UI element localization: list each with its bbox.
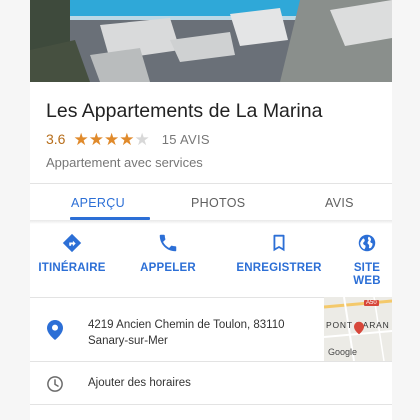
star-icon: ★ <box>88 129 104 149</box>
address-line-2: Sanary-sur-Mer <box>88 335 168 347</box>
call-label: APPELER <box>140 262 196 274</box>
location-pin-icon <box>47 320 63 340</box>
phone-icon <box>159 234 177 252</box>
website-label: SITE WEB <box>353 262 381 287</box>
star-rating: ★ ★ ★ ★ ★ <box>73 131 149 148</box>
save-button[interactable]: ENREGISTRER <box>234 232 324 275</box>
address-line-1: 4219 Ancien Chemin de Toulon, 83110 <box>88 319 285 331</box>
tab-avis[interactable]: AVIS <box>325 196 354 210</box>
star-icon: ★ <box>73 129 89 149</box>
right-margin <box>392 0 420 420</box>
directions-label: ITINÉRAIRE <box>38 262 106 274</box>
rating-row[interactable]: 3.6 ★ ★ ★ ★ ★ 15 AVIS <box>46 130 210 148</box>
left-margin <box>0 0 30 420</box>
hero-photo[interactable] <box>30 0 392 82</box>
website-button[interactable]: SITE WEB <box>332 232 392 288</box>
divider <box>30 183 392 184</box>
place-card: Les Appartements de La Marina 3.6 ★ ★ ★ … <box>30 0 392 420</box>
add-hours-link[interactable]: Ajouter des horaires <box>88 377 191 389</box>
rating-value: 3.6 <box>46 131 66 147</box>
tab-photos[interactable]: PHOTOS <box>191 196 245 210</box>
reviews-count[interactable]: 15 AVIS <box>162 132 210 147</box>
place-category: Appartement avec services <box>46 155 203 170</box>
directions-icon <box>62 233 82 253</box>
mini-map[interactable]: A50 PONT DARAN Google <box>324 297 392 361</box>
tab-apercu[interactable]: APERÇU <box>71 196 125 210</box>
divider <box>30 404 392 405</box>
tab-bar-shadow <box>30 220 392 224</box>
road-shield: A50 <box>364 300 379 306</box>
star-icon: ★ <box>134 129 150 149</box>
save-label: ENREGISTRER <box>236 262 322 274</box>
google-logo: Google <box>328 347 358 357</box>
place-title: Les Appartements de La Marina <box>46 100 323 122</box>
address-text[interactable]: 4219 Ancien Chemin de Toulon, 83110 Sana… <box>88 317 338 349</box>
call-button[interactable]: APPELER <box>123 232 213 275</box>
directions-button[interactable]: ITINÉRAIRE <box>30 232 117 275</box>
star-icon: ★ <box>103 129 120 149</box>
bookmark-icon <box>273 234 285 252</box>
divider <box>30 361 392 362</box>
clock-icon <box>47 376 63 392</box>
globe-icon <box>358 234 376 252</box>
star-icon: ★ <box>119 129 135 149</box>
map-marker-icon <box>354 321 364 335</box>
